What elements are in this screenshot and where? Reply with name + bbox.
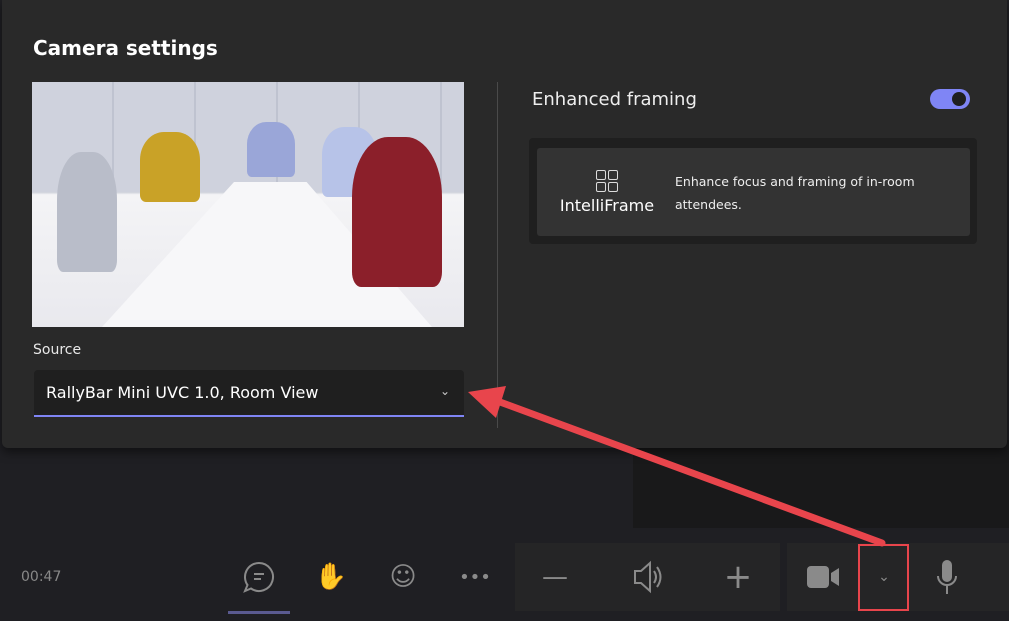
microphone-icon[interactable] (922, 552, 972, 602)
chevron-down-icon: ⌄ (439, 384, 450, 398)
dialog-title: Camera settings (33, 36, 218, 60)
speaker-icon[interactable] (622, 552, 672, 602)
camera-preview (32, 82, 464, 327)
raise-hand-icon[interactable]: ✋ (306, 552, 356, 602)
chat-icon[interactable] (234, 552, 284, 602)
intelliframe-name: IntelliFrame (559, 196, 655, 215)
volume-up-icon[interactable]: + (713, 552, 763, 602)
grid-icon (596, 170, 618, 192)
call-duration: 00:47 (21, 569, 62, 585)
source-dropdown[interactable]: RallyBar Mini UVC 1.0, Room View ⌄ (34, 370, 464, 417)
source-label: Source (33, 342, 82, 358)
reaction-icon[interactable]: ☺ (378, 552, 428, 602)
source-value: RallyBar Mini UVC 1.0, Room View (46, 383, 319, 402)
camera-settings-dialog: Camera settings Source RallyBar Mini UVC… (2, 0, 1007, 448)
more-icon[interactable]: ••• (450, 552, 500, 602)
side-panel (633, 440, 1009, 528)
divider (497, 82, 498, 428)
highlight-box (858, 544, 909, 611)
volume-down-icon[interactable]: — (530, 552, 580, 602)
enhanced-framing-toggle[interactable] (930, 89, 970, 109)
camera-icon[interactable] (798, 552, 848, 602)
intelliframe-description: Enhance focus and framing of in-room att… (675, 174, 915, 212)
chat-active-indicator (228, 611, 290, 614)
intelliframe-option[interactable]: IntelliFrame Enhance focus and framing o… (529, 138, 977, 244)
enhanced-framing-label: Enhanced framing (532, 89, 697, 110)
